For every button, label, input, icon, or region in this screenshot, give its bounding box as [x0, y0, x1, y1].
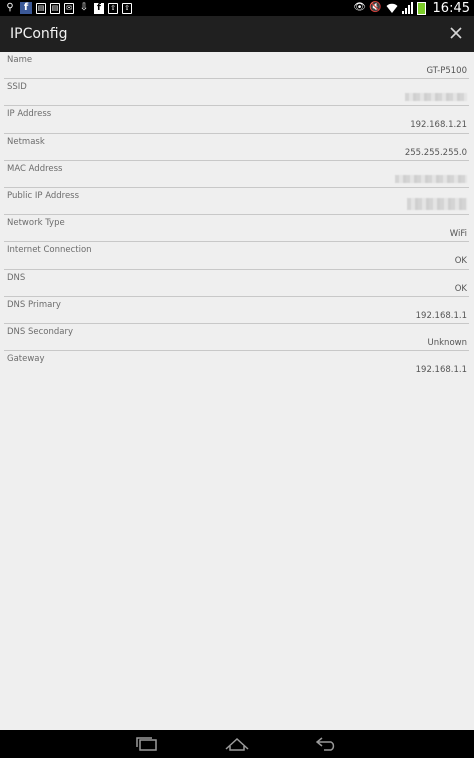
- info-row-ssid: SSID: [4, 79, 469, 107]
- row-value: OK: [454, 283, 467, 294]
- document-icon: ▤: [50, 2, 60, 14]
- row-label: SSID: [7, 82, 27, 93]
- download-icon: ⇩: [79, 2, 89, 13]
- row-label: Name: [7, 55, 33, 65]
- info-row-ip-address: IP Address 192.168.1.21: [4, 106, 469, 134]
- row-value: Unknown: [427, 337, 467, 348]
- usb-icon: ⚲: [6, 2, 14, 13]
- status-bar: ⚲ f ▤ ▤ ✉ ⇩ f ⇧ ⇧ 👁 🔇 16:45: [0, 0, 474, 16]
- home-icon: [225, 737, 249, 751]
- row-label: DNS: [7, 272, 26, 283]
- info-row-mac-address: MAC Address: [4, 161, 469, 188]
- row-value: 192.168.1.1: [415, 310, 467, 321]
- row-label: Gateway: [7, 354, 45, 365]
- info-row-dns: DNS OK: [4, 270, 469, 297]
- info-row-network-type: Network Type WiFi: [4, 215, 469, 243]
- row-value: WiFi: [449, 229, 467, 240]
- row-value: GT-P5100: [426, 66, 467, 76]
- row-value: 192.168.1.21: [410, 120, 467, 131]
- upload-icon: ⇧: [122, 2, 132, 14]
- back-icon: [316, 737, 335, 751]
- row-label: DNS Primary: [7, 299, 61, 310]
- row-label: Netmask: [7, 136, 45, 147]
- recent-apps-button[interactable]: [133, 734, 161, 754]
- redacted-value: [395, 174, 467, 183]
- row-label: Internet Connection: [7, 245, 92, 256]
- action-bar: IPConfig: [0, 16, 474, 52]
- upload-icon: ⇧: [108, 2, 118, 14]
- info-row-name: Name GT-P5100: [4, 52, 469, 80]
- back-button[interactable]: [313, 734, 341, 754]
- row-label: DNS Secondary: [7, 326, 74, 337]
- row-label: MAC Address: [7, 163, 63, 174]
- row-label: Public IP Address: [7, 190, 80, 201]
- facebook-icon: f: [20, 2, 32, 14]
- info-row-public-ip: Public IP Address: [4, 188, 469, 216]
- row-value: 255.255.255.0: [404, 147, 467, 158]
- navigation-bar: [0, 730, 474, 758]
- redacted-value: [405, 93, 467, 102]
- info-row-gateway: Gateway 192.168.1.1: [4, 351, 469, 378]
- app-title: IPConfig: [10, 26, 68, 42]
- info-row-dns-primary: DNS Primary 192.168.1.1: [4, 297, 469, 324]
- network-info-list: Name GT-P5100 SSID IP Address 192.168.1.…: [0, 52, 474, 730]
- info-row-dns-secondary: DNS Secondary Unknown: [4, 324, 469, 352]
- row-value: OK: [454, 256, 467, 267]
- row-label: Network Type: [7, 218, 65, 229]
- email-icon: ✉: [64, 2, 74, 14]
- info-row-netmask: Netmask 255.255.255.0: [4, 134, 469, 161]
- info-row-internet-connection: Internet Connection OK: [4, 242, 469, 270]
- mute-icon: 🔇: [369, 2, 382, 13]
- battery-icon: [416, 1, 426, 15]
- document-icon: ▤: [36, 2, 46, 14]
- recent-apps-icon: [136, 737, 157, 751]
- wifi-icon: [386, 2, 398, 14]
- system-icons: 👁 🔇 16:45: [353, 0, 470, 16]
- notification-icons: ⚲ f ▤ ▤ ✉ ⇩ f ⇧ ⇧: [4, 2, 132, 14]
- eye-icon: 👁: [353, 2, 366, 13]
- close-button[interactable]: [446, 24, 466, 44]
- home-button[interactable]: [223, 734, 251, 754]
- row-label: IP Address: [7, 109, 52, 120]
- redacted-value: [407, 197, 467, 210]
- facebook-icon: f: [94, 2, 104, 14]
- signal-icon: [401, 2, 413, 14]
- clock: 16:45: [432, 0, 470, 16]
- close-icon: [450, 27, 462, 39]
- row-value: 192.168.1.1: [415, 365, 467, 376]
